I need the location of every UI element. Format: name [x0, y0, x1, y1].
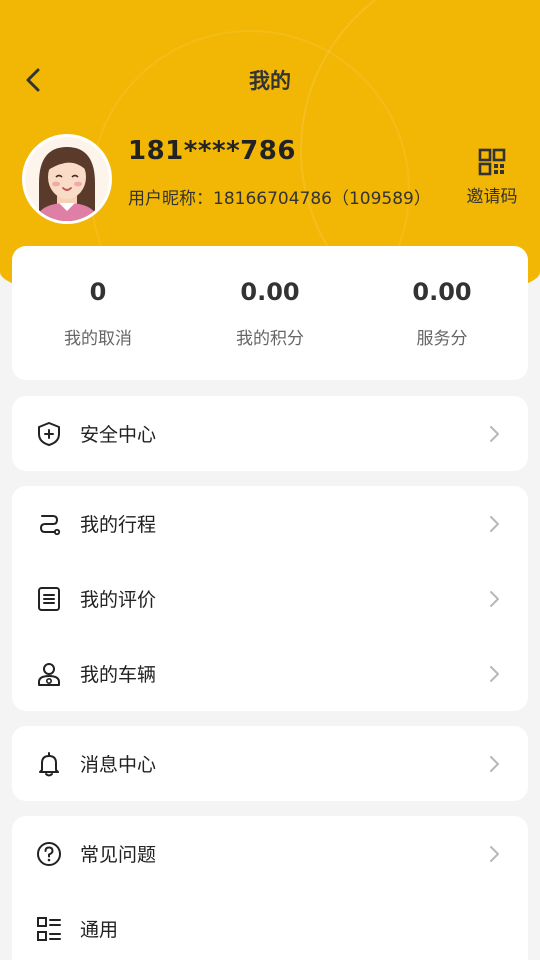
stat-cancellations[interactable]: 0 我的取消	[12, 246, 184, 380]
stat-value: 0.00	[412, 278, 472, 306]
menu-group-safety: 安全中心	[12, 396, 528, 471]
menu-item-my-reviews[interactable]: 我的评价	[12, 561, 528, 636]
nickname-value: 18166704786（109589）	[213, 189, 431, 209]
stat-label: 我的积分	[236, 329, 304, 349]
route-icon	[39, 515, 61, 536]
profile-section: 181****786 用户昵称：18166704786（109589） 邀请码	[22, 134, 522, 226]
driver-icon	[38, 663, 60, 686]
shield-plus-icon	[38, 422, 60, 446]
stat-label: 我的取消	[64, 329, 132, 349]
invite-code-button[interactable]: 邀请码	[462, 148, 522, 207]
stat-points[interactable]: 0.00 我的积分	[184, 246, 356, 380]
menu-group-mine: 我的行程 我的评价 我的车辆	[12, 486, 528, 711]
stat-value: 0	[89, 278, 107, 306]
menu-item-message-center[interactable]: 消息中心	[12, 726, 528, 801]
menu-item-label: 安全中心	[80, 424, 157, 446]
menu-item-faq[interactable]: 常见问题	[12, 816, 528, 891]
stat-label: 服务分	[416, 329, 468, 349]
chevron-right-icon	[490, 756, 499, 772]
menu-item-label: 我的评价	[80, 589, 157, 611]
phone-number: 181****786	[128, 136, 296, 166]
profile-page: 我的 181****786 用户昵称：18166704786（109589） 邀…	[0, 0, 540, 960]
document-icon	[38, 587, 60, 611]
menu-item-label: 消息中心	[80, 754, 157, 776]
menu-item-label: 通用	[80, 919, 119, 941]
chevron-right-icon	[490, 591, 499, 607]
menu-item-general[interactable]: 通用	[12, 891, 528, 960]
page-title: 我的	[249, 69, 291, 93]
menu-item-my-vehicles[interactable]: 我的车辆	[12, 636, 528, 711]
menu-item-label: 常见问题	[80, 844, 157, 866]
menu-group-help: 常见问题 通用	[12, 816, 528, 960]
chevron-right-icon	[490, 516, 499, 532]
top-bar: 我的	[0, 55, 540, 105]
stat-service-score[interactable]: 0.00 服务分	[356, 246, 528, 380]
avatar-illustration	[25, 137, 109, 221]
avatar[interactable]	[22, 134, 112, 224]
menu-item-label: 我的车辆	[80, 664, 157, 686]
menu-item-label: 我的行程	[80, 514, 157, 536]
nickname-label: 用户昵称：	[128, 189, 213, 209]
menu-item-safety-center[interactable]: 安全中心	[12, 396, 528, 471]
chevron-right-icon	[490, 426, 499, 442]
invite-code-label: 邀请码	[466, 187, 518, 207]
qr-code-icon	[478, 148, 506, 176]
grid-list-icon	[37, 917, 61, 941]
chevron-right-icon	[490, 846, 499, 862]
menu-item-my-trips[interactable]: 我的行程	[12, 486, 528, 561]
bell-icon	[39, 752, 59, 777]
nickname-row: 用户昵称：18166704786（109589）	[128, 184, 431, 209]
menu-group-messages: 消息中心	[12, 726, 528, 801]
stats-card: 0 我的取消 0.00 我的积分 0.00 服务分	[12, 246, 528, 380]
chevron-right-icon	[490, 666, 499, 682]
question-icon	[37, 842, 61, 866]
stat-value: 0.00	[240, 278, 300, 306]
